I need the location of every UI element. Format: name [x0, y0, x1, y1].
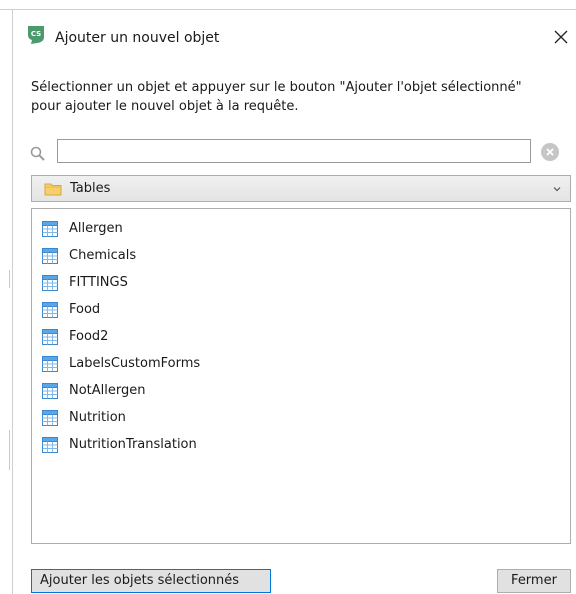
add-selected-objects-button[interactable]: Ajouter les objets sélectionnés [31, 569, 271, 593]
list-item[interactable]: Food2 [40, 324, 560, 351]
clear-icon [546, 148, 554, 156]
list-item[interactable]: Allergen [40, 216, 560, 243]
table-icon [42, 356, 58, 372]
chevron-down-icon [553, 187, 561, 192]
search-icon [30, 146, 45, 161]
list-item-label: LabelsCustomForms [69, 356, 201, 371]
list-item-label: Food [69, 302, 101, 317]
list-item[interactable]: Chemicals [40, 243, 560, 270]
category-selected-value: Tables [70, 181, 111, 196]
list-item-label: NotAllergen [69, 383, 146, 398]
table-icon [42, 221, 58, 237]
background-divider [9, 430, 10, 470]
list-item[interactable]: NotAllergen [40, 378, 560, 405]
category-dropdown[interactable]: Tables [31, 175, 571, 202]
dialog-title: Ajouter un nouvel objet [55, 30, 220, 46]
list-item[interactable]: FITTINGS [40, 270, 560, 297]
list-item[interactable]: NutritionTranslation [40, 432, 560, 459]
list-item-label: Allergen [69, 221, 123, 236]
table-icon [42, 248, 58, 264]
list-item[interactable]: LabelsCustomForms [40, 351, 560, 378]
table-icon [42, 329, 58, 345]
list-item[interactable]: Nutrition [40, 405, 560, 432]
svg-text:CS: CS [31, 30, 41, 38]
list-item-label: Nutrition [69, 410, 126, 425]
instructions-text: Sélectionner un objet et appuyer sur le … [31, 80, 522, 114]
background-divider [9, 270, 10, 288]
object-list[interactable]: Allergen Chemicals FITTINGS Food Food2 Labels… [31, 208, 571, 544]
list-item-label: NutritionTranslation [69, 437, 197, 452]
cs-app-icon: CS [28, 26, 44, 44]
list-item-label: Chemicals [69, 248, 137, 263]
table-icon [42, 383, 58, 399]
list-item-label: FITTINGS [69, 275, 128, 290]
close-icon [554, 30, 568, 44]
table-icon [42, 410, 58, 426]
table-icon [42, 275, 58, 291]
close-button[interactable] [548, 24, 574, 50]
list-item[interactable]: Food [40, 297, 560, 324]
clear-search-button[interactable] [541, 143, 559, 161]
list-item-label: Food2 [69, 329, 109, 344]
close-dialog-button[interactable]: Fermer [497, 569, 571, 593]
table-icon [42, 437, 58, 453]
add-object-dialog: CS Ajouter un nouvel objet Sélectionner … [12, 10, 576, 594]
table-icon [42, 302, 58, 318]
search-input[interactable] [57, 139, 531, 163]
screen: CS Ajouter un nouvel objet Sélectionner … [0, 0, 576, 594]
folder-icon [44, 183, 62, 196]
